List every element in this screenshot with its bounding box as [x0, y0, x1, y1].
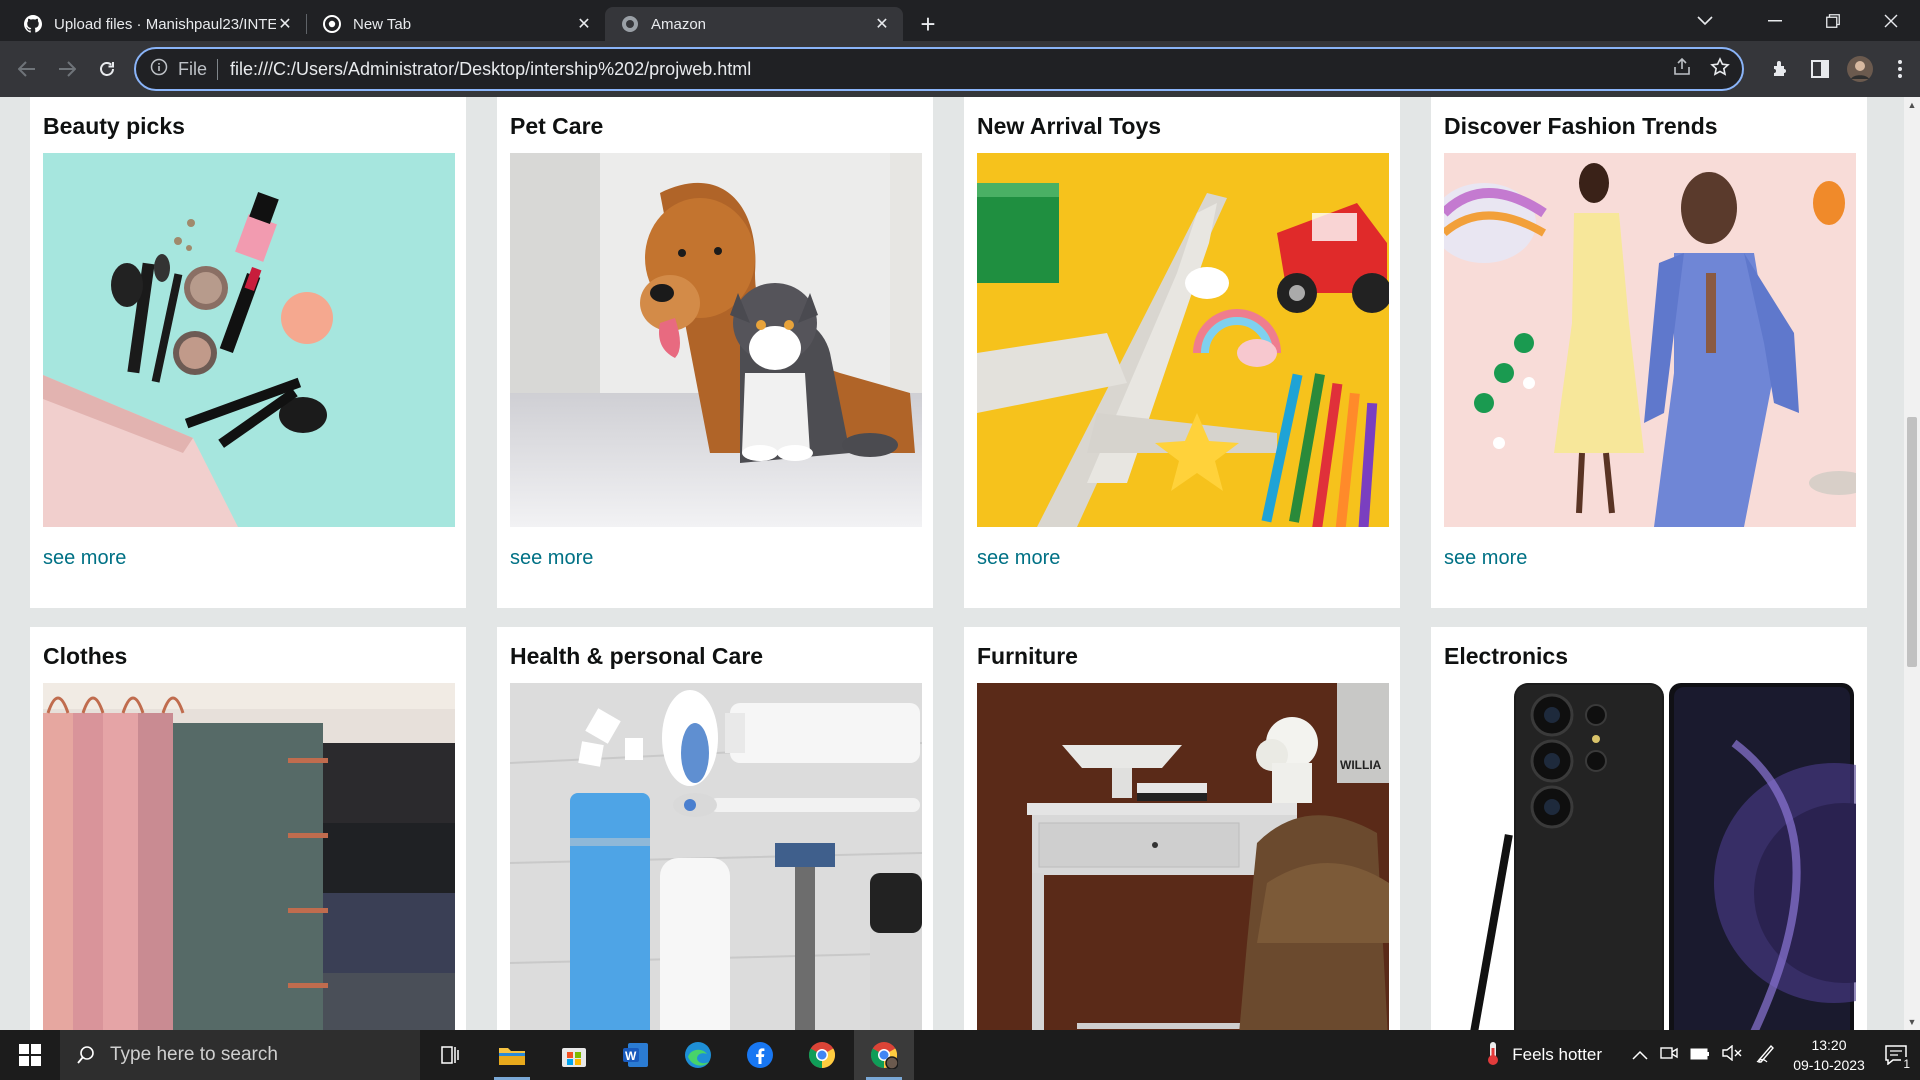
page-scrollbar[interactable]: ▲ ▼ [1904, 97, 1920, 1030]
side-panel-icon[interactable] [1800, 49, 1840, 89]
tab-strip: Upload files · Manishpaul23/INTERNSHIP ✕… [0, 0, 1920, 41]
tab-title: Upload files · Manishpaul23/INTERNSHIP [54, 15, 276, 33]
url-scheme-label: File [178, 58, 219, 80]
electronics-image[interactable] [1444, 683, 1856, 1030]
restore-icon[interactable] [1804, 0, 1862, 41]
chrome-profile-active-icon[interactable] [854, 1030, 914, 1080]
chevron-up-icon[interactable] [1632, 1045, 1648, 1065]
globe-icon [621, 15, 639, 33]
pet-care-image[interactable] [510, 153, 922, 527]
window-controls [1664, 0, 1920, 41]
browser-tab-new-tab[interactable]: New Tab ✕ [307, 7, 605, 41]
microsoft-store-icon[interactable] [544, 1030, 604, 1080]
notification-icon[interactable]: 1 [1872, 1045, 1920, 1071]
word-icon[interactable]: W [606, 1030, 666, 1080]
category-card-toys: New Arrival Toys see more [964, 97, 1400, 608]
card-title: Health & personal Care [510, 643, 764, 669]
edge-icon[interactable] [668, 1030, 728, 1080]
category-card-electronics: Electronics [1431, 627, 1867, 1030]
card-title: Furniture [977, 643, 1078, 669]
task-view-icon[interactable] [420, 1030, 480, 1080]
url-text[interactable]: file:///C:/Users/Administrator/Desktop/i… [230, 59, 751, 80]
address-bar[interactable]: File file:///C:/Users/Administrator/Desk… [134, 47, 1744, 91]
svg-text:W: W [625, 1049, 637, 1063]
system-tray: Feels hotter 13:20 09-10-2023 1 [1484, 1030, 1920, 1080]
category-card-pet-care: Pet Care see more [497, 97, 933, 608]
volume-muted-icon[interactable] [1722, 1044, 1742, 1066]
card-title: Beauty picks [43, 113, 185, 139]
facebook-icon[interactable] [730, 1030, 790, 1080]
furniture-image[interactable]: WILLIA [977, 683, 1389, 1030]
extensions-icon[interactable] [1760, 49, 1800, 89]
scroll-down-icon[interactable]: ▼ [1904, 1014, 1920, 1030]
scrollbar-thumb[interactable] [1907, 417, 1917, 667]
furniture-image-text: WILLIA [1340, 758, 1382, 772]
weather-text[interactable]: Feels hotter [1512, 1045, 1602, 1065]
close-window-icon[interactable] [1862, 0, 1920, 41]
github-icon [24, 15, 42, 33]
see-more-link[interactable]: see more [1444, 547, 1854, 570]
close-tab-icon[interactable]: ✕ [575, 14, 593, 34]
card-title: Pet Care [510, 113, 604, 139]
clothes-image[interactable] [43, 683, 455, 1030]
bookmark-star-icon[interactable] [1710, 57, 1730, 82]
battery-icon[interactable] [1690, 1045, 1710, 1065]
category-card-clothes: Clothes [30, 627, 466, 1030]
forward-icon[interactable] [47, 49, 87, 89]
back-icon[interactable] [7, 49, 47, 89]
notification-badge: 1 [1901, 1057, 1912, 1071]
fashion-image[interactable] [1444, 153, 1856, 527]
minimize-icon[interactable] [1746, 0, 1804, 41]
card-title: New Arrival Toys [977, 113, 1162, 139]
tab-search-icon[interactable] [1664, 0, 1746, 41]
card-title: Discover Fashion Trends [1444, 113, 1718, 139]
file-explorer-icon[interactable] [482, 1030, 542, 1080]
browser-tab-github[interactable]: Upload files · Manishpaul23/INTERNSHIP ✕ [8, 7, 306, 41]
card-title: Electronics [1444, 643, 1568, 669]
search-icon [77, 1046, 94, 1064]
toys-image[interactable] [977, 153, 1389, 527]
page-viewport: Beauty picks see more Pet Care see more … [0, 97, 1904, 1030]
card-title: Clothes [43, 643, 128, 669]
new-tab-button[interactable]: + [911, 7, 945, 41]
search-placeholder: Type here to search [110, 1044, 278, 1065]
category-card-beauty: Beauty picks see more [30, 97, 466, 608]
beauty-image[interactable] [43, 153, 455, 527]
meet-now-icon[interactable] [1660, 1045, 1678, 1066]
clock-date: 09-10-2023 [1793, 1057, 1865, 1073]
see-more-link[interactable]: see more [977, 547, 1387, 570]
close-tab-icon[interactable]: ✕ [276, 14, 294, 34]
taskbar-clock[interactable]: 13:20 09-10-2023 [1786, 1035, 1872, 1075]
thermometer-icon[interactable] [1484, 1040, 1502, 1071]
tab-title: New Tab [353, 15, 412, 33]
menu-kebab-icon[interactable] [1880, 49, 1920, 89]
see-more-link[interactable]: see more [510, 547, 920, 570]
browser-tab-amazon[interactable]: Amazon ✕ [605, 7, 903, 41]
category-card-furniture: Furniture WILLIA [964, 627, 1400, 1030]
see-more-link[interactable]: see more [43, 547, 453, 570]
clock-time: 13:20 [1811, 1037, 1847, 1053]
chrome-icon [323, 15, 341, 33]
share-icon[interactable] [1672, 57, 1692, 82]
chrome-icon[interactable] [792, 1030, 852, 1080]
profile-avatar[interactable] [1840, 49, 1880, 89]
taskbar-search-box[interactable]: Type here to search [60, 1030, 420, 1080]
category-card-health: Health & personal Care [497, 627, 933, 1030]
health-image[interactable] [510, 683, 922, 1030]
pen-ink-icon[interactable] [1756, 1043, 1776, 1068]
info-icon[interactable] [150, 58, 168, 81]
close-tab-icon[interactable]: ✕ [873, 14, 891, 34]
windows-taskbar: Type here to search W Feels hotter 13:20… [0, 1030, 1920, 1080]
tab-title: Amazon [651, 15, 707, 33]
windows-start-button[interactable] [0, 1030, 60, 1080]
scroll-up-icon[interactable]: ▲ [1904, 97, 1920, 113]
reload-icon[interactable] [87, 49, 127, 89]
category-card-fashion: Discover Fashion Trends see more [1431, 97, 1867, 608]
browser-toolbar: File file:///C:/Users/Administrator/Desk… [0, 41, 1920, 97]
